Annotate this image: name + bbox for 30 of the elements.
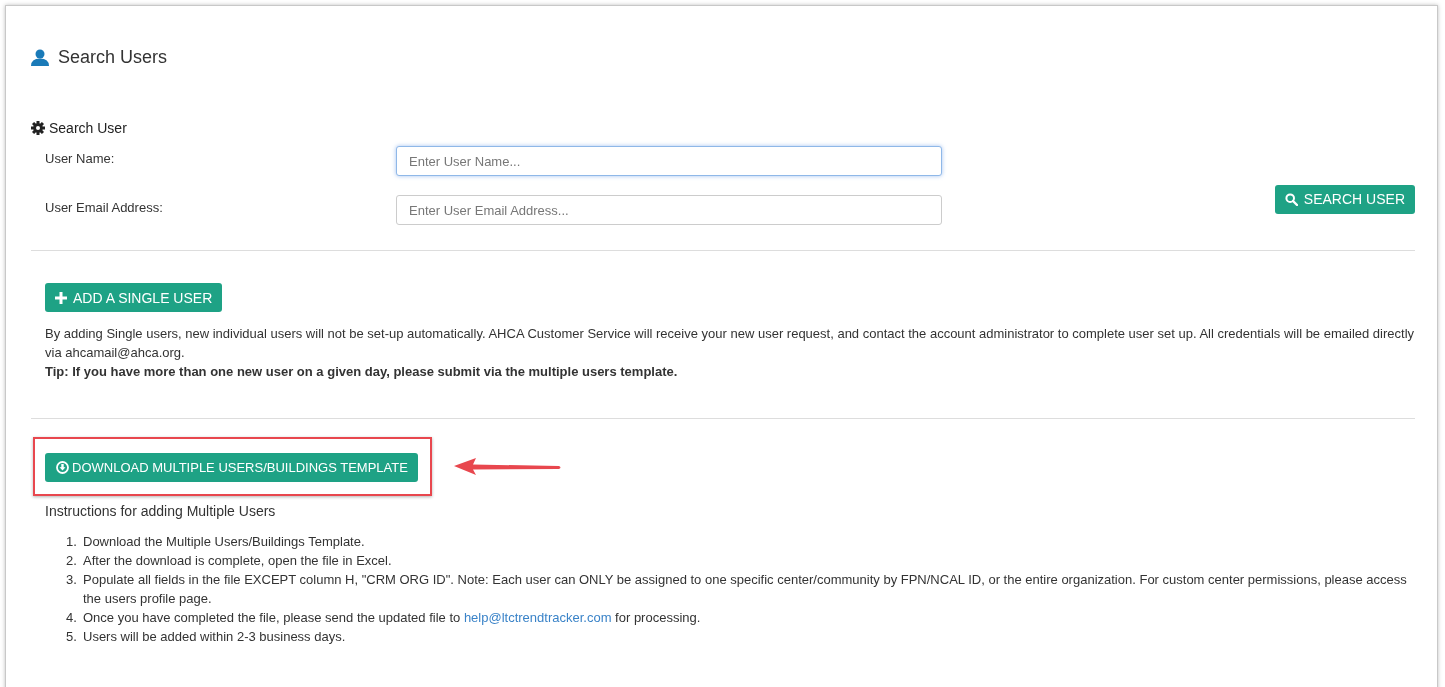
input-field[interactable]: Enter User Email Address... — [396, 195, 942, 225]
add-user-button[interactable]: ADD A SINGLE USER — [45, 283, 223, 312]
step-text: Once you have completed the file, please send the updated file to — [83, 610, 461, 625]
instructions-heading: Instructions for adding Multiple Users — [45, 503, 277, 519]
info-paragraph: By adding Single users, new individual users will not be set-up automatically. AHCA Customer Service will receive your new user request, and contact the account administrator to complete user set up. All credentials will be emailed directly via ahcamail@ahca.org. — [45, 325, 1415, 362]
step-text: Populate all fields in the file EXCEPT column H, "CRM ORG ID". Note: Each user can ONLY be assigned to one specific center/community by FPN/NCAL ID, or the entire organization. For custom center permissions, please access the users profile page. — [83, 571, 1408, 608]
step-number: 5. — [66, 628, 78, 646]
step-number: 4. — [66, 609, 78, 627]
download-icon — [56, 461, 69, 474]
step-number: 1. — [66, 533, 78, 551]
field-label: User Email Address: — [45, 199, 164, 215]
gear-icon — [31, 121, 45, 135]
tip-text: Tip: If you have more than one new user on a given day, please submit via the multiple users template. — [45, 363, 679, 381]
plus-icon — [55, 291, 67, 304]
arrow-icon — [453, 457, 562, 476]
page-title: Search Users — [58, 47, 168, 68]
section-heading: Search User — [49, 120, 127, 136]
step-text: Users will be added within 2-3 business days. — [83, 628, 346, 646]
field-label: User Name: — [45, 150, 116, 166]
step-text: Download the Multiple Users/Buildings Template. — [83, 533, 365, 551]
user-icon — [31, 49, 49, 66]
step-number: 3. — [66, 571, 78, 589]
input-field[interactable]: Enter User Name... — [396, 146, 942, 176]
step-number: 2. — [66, 552, 78, 570]
step-text: After the download is complete, open the file in Excel. — [83, 552, 392, 570]
step-text: for processing. — [615, 610, 701, 625]
search-icon — [1284, 192, 1298, 206]
email-link[interactable]: help@ltctrendtracker.com — [463, 610, 612, 625]
download-button[interactable]: DOWNLOAD MULTIPLE USERS/BUILDINGS TEMPLATE — [45, 453, 418, 482]
search-button[interactable]: SEARCH USER — [1274, 184, 1415, 214]
